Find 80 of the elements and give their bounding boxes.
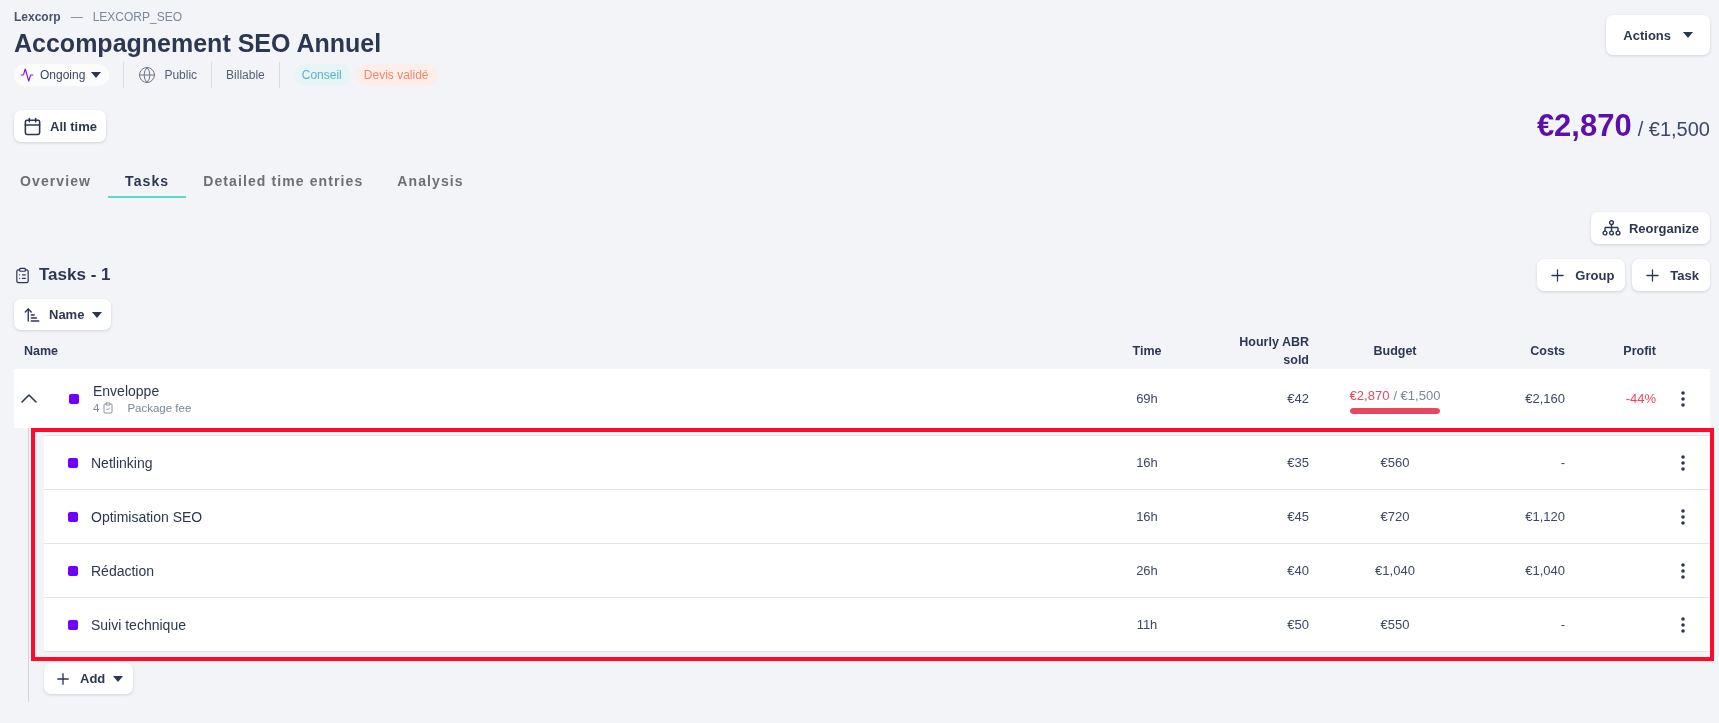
costs-value: - bbox=[1560, 455, 1565, 470]
billing-type: Package fee bbox=[127, 402, 192, 414]
spent-amount: €2,870 bbox=[1536, 108, 1632, 144]
client-name[interactable]: Lexcorp bbox=[14, 10, 61, 24]
calendar-icon bbox=[23, 116, 42, 136]
budget-value: €550 bbox=[1380, 617, 1410, 632]
time-value: 16h bbox=[1136, 455, 1158, 470]
vertical-dots-icon bbox=[1681, 562, 1685, 579]
tag: Conseil bbox=[293, 64, 350, 86]
costs-value: - bbox=[1560, 617, 1565, 632]
project-code: LEXCORP_SEO bbox=[92, 10, 183, 24]
billing-label: Billable bbox=[226, 68, 265, 82]
tab[interactable]: Analysis bbox=[380, 165, 481, 198]
column-header: Profit bbox=[1623, 343, 1656, 360]
profit-value: -44% bbox=[1625, 391, 1656, 406]
hourly-rate: €35 bbox=[1287, 455, 1309, 470]
hourly-rate: €40 bbox=[1287, 563, 1309, 578]
period-button[interactable]: All time bbox=[14, 110, 106, 142]
column-header: Time bbox=[1132, 343, 1162, 360]
group-row[interactable]: Enveloppe 4 Package fee 69h €42 €2,870 / €1,500 €2,160 -44% bbox=[14, 369, 1710, 428]
caret-icon bbox=[92, 311, 103, 318]
column-header: Name bbox=[24, 343, 59, 360]
budget-spent: €2,870 bbox=[1349, 387, 1390, 403]
costs-value: €1,040 bbox=[1525, 563, 1565, 578]
time-value: 11h bbox=[1136, 617, 1158, 632]
chevron-up-icon bbox=[21, 394, 37, 403]
task-name: Rédaction bbox=[91, 562, 155, 579]
tasks-heading: Tasks - 1 bbox=[39, 265, 111, 285]
tab[interactable]: Tasks bbox=[108, 165, 187, 198]
tab[interactable]: Overview bbox=[3, 165, 109, 198]
status-dropdown[interactable]: Ongoing bbox=[14, 64, 110, 86]
column-header: Hourly ABR sold bbox=[1238, 334, 1309, 369]
hourly-rate: €42 bbox=[1287, 391, 1309, 406]
budget-value: €560 bbox=[1380, 455, 1410, 470]
hourly-rate: €50 bbox=[1287, 617, 1309, 632]
costs-value: €1,120 bbox=[1525, 509, 1565, 524]
task-name: Suivi technique bbox=[91, 616, 186, 633]
task-row[interactable]: Optimisation SEO 16h €45 €720 €1,120 bbox=[44, 490, 1710, 544]
globe-icon bbox=[138, 66, 157, 84]
time-value: 26h bbox=[1136, 563, 1158, 578]
clipboard-list-icon bbox=[14, 266, 31, 284]
costs-value: €2,160 bbox=[1525, 391, 1565, 406]
vertical-dots-icon bbox=[1681, 454, 1685, 471]
sort-icon bbox=[23, 305, 41, 324]
hourly-rate: €45 bbox=[1287, 509, 1309, 524]
create-button[interactable]: Group bbox=[1537, 259, 1626, 291]
budget-total: / €1,500 bbox=[1393, 387, 1441, 403]
task-name: Optimisation SEO bbox=[91, 508, 203, 525]
caret-icon bbox=[91, 72, 102, 78]
tab[interactable]: Detailed time entries bbox=[186, 165, 381, 198]
clipboard-check-icon bbox=[102, 402, 115, 414]
vertical-dots-icon bbox=[1681, 508, 1685, 525]
pulse-icon bbox=[20, 68, 34, 82]
budget-value: €720 bbox=[1380, 509, 1410, 524]
sort-dropdown-button[interactable]: Name bbox=[14, 299, 112, 330]
caret-icon bbox=[1683, 32, 1693, 38]
task-row[interactable]: Rédaction 26h €40 €1,040 €1,040 bbox=[44, 544, 1710, 598]
time-value: 16h bbox=[1136, 509, 1158, 524]
vertical-dots-icon bbox=[1681, 616, 1685, 633]
task-name: Netlinking bbox=[91, 454, 153, 471]
create-button[interactable]: Task bbox=[1632, 259, 1710, 291]
column-header: Costs bbox=[1530, 343, 1565, 360]
breadcrumb-separator: — bbox=[70, 10, 83, 24]
budget-value: €1,040 bbox=[1375, 563, 1415, 578]
caret-icon bbox=[113, 675, 124, 682]
visibility-label: Public bbox=[164, 68, 198, 82]
actions-dropdown-button[interactable]: Actions bbox=[1606, 15, 1710, 55]
project-title: Accompagnement SEO Annuel bbox=[14, 28, 383, 58]
group-name: Enveloppe bbox=[93, 383, 161, 399]
tag: Devis validé bbox=[355, 64, 437, 86]
task-count: 4 bbox=[93, 402, 100, 414]
vertical-dots-icon bbox=[1681, 390, 1685, 407]
budget-amount: / €1,500 bbox=[1637, 118, 1710, 141]
task-row[interactable]: Netlinking 16h €35 €560 - bbox=[44, 436, 1710, 490]
add-dropdown-button[interactable]: Add bbox=[44, 663, 134, 694]
time-value: 69h bbox=[1136, 391, 1158, 406]
org-chart-icon bbox=[1601, 220, 1621, 236]
column-header: Budget bbox=[1373, 343, 1417, 360]
reorganize-button[interactable]: Reorganize bbox=[1590, 212, 1710, 244]
task-row[interactable]: Suivi technique 11h €50 €550 - bbox=[44, 598, 1710, 652]
